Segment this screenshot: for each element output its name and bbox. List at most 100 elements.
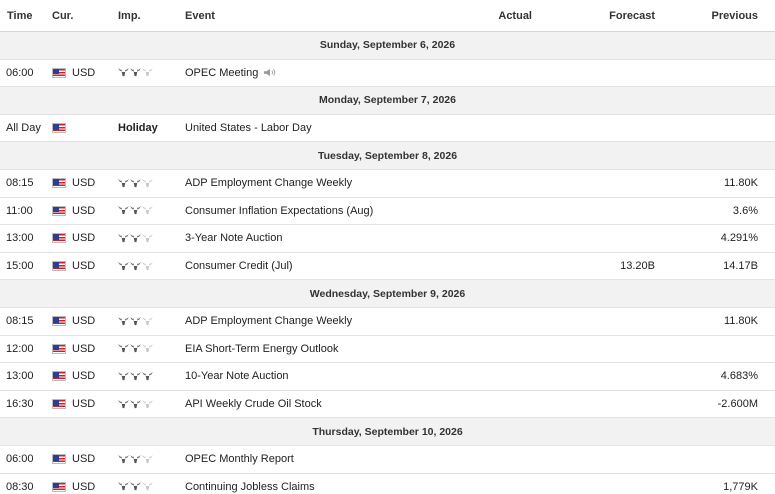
event-importance <box>118 454 185 464</box>
event-name-text[interactable]: Consumer Credit (Jul) <box>185 260 293 272</box>
event-name-text[interactable]: Continuing Jobless Claims <box>185 481 315 493</box>
event-row[interactable]: 12:00 USD EIA Short-Term Energy Outlook <box>0 336 775 364</box>
event-name-text[interactable]: OPEC Meeting <box>185 67 258 79</box>
event-name[interactable]: EIA Short-Term Energy Outlook <box>185 343 465 355</box>
event-name[interactable]: United States - Labor Day <box>185 122 465 134</box>
table-body: Sunday, September 6, 2026 06:00 USD OPEC Me… <box>0 32 775 494</box>
bull-icon <box>118 344 129 353</box>
header-currency[interactable]: Cur. <box>52 10 118 22</box>
bull-icon <box>118 68 129 77</box>
bull-icon <box>118 316 129 325</box>
currency-code: USD <box>72 315 96 328</box>
bull-icon <box>130 178 141 187</box>
event-name[interactable]: OPEC Monthly Report <box>185 453 465 465</box>
currency-code: USD <box>72 66 96 79</box>
currency-code: USD <box>72 342 96 355</box>
event-row[interactable]: 13:00 USD 10-Year Note Auction 4.683% <box>0 363 775 391</box>
event-name-text[interactable]: Consumer Inflation Expectations (Aug) <box>185 205 373 217</box>
event-name[interactable]: OPEC Meeting <box>185 67 465 79</box>
currency-code: USD <box>72 260 96 273</box>
bull-icon <box>118 482 129 491</box>
header-event[interactable]: Event <box>185 10 465 22</box>
us-flag-icon <box>52 205 66 216</box>
event-name[interactable]: 10-Year Note Auction <box>185 370 465 382</box>
event-name-text[interactable]: ADP Employment Change Weekly <box>185 315 352 327</box>
bull-icon <box>118 206 129 215</box>
event-row[interactable]: All Day Holiday United States - Labor Day <box>0 115 775 143</box>
event-name[interactable]: Consumer Credit (Jul) <box>185 260 465 272</box>
event-previous: -2.600M <box>717 398 758 411</box>
event-time: 08:30 <box>6 480 34 493</box>
bull-icon <box>118 178 129 187</box>
event-row[interactable]: 06:00 USD OPEC Meeting <box>0 60 775 88</box>
event-name-text[interactable]: 10-Year Note Auction <box>185 370 289 382</box>
bull-icon <box>118 454 129 463</box>
bull-icon <box>142 206 153 215</box>
event-row[interactable]: 08:30 USD Continuing Jobless Claims 1,779K <box>0 474 775 494</box>
event-name[interactable]: Continuing Jobless Claims <box>185 481 465 493</box>
bull-icon <box>142 233 153 243</box>
event-importance <box>118 178 185 188</box>
header-previous[interactable]: Previous <box>655 10 768 22</box>
event-importance <box>118 482 185 491</box>
event-name[interactable]: API Weekly Crude Oil Stock <box>185 398 465 410</box>
event-previous: 1,779K <box>723 480 758 493</box>
currency-code: USD <box>72 480 96 493</box>
currency-code: USD <box>72 398 96 411</box>
event-row[interactable]: 16:30 USD API Weekly Crude Oil Stock -2.600… <box>0 391 775 419</box>
event-time: 16:30 <box>6 398 34 411</box>
event-importance <box>118 344 185 353</box>
us-flag-icon <box>52 261 66 272</box>
bull-icon <box>118 261 129 270</box>
event-row[interactable]: 15:00 USD Consumer Credit (Jul) 13.20B 14.17… <box>0 253 775 281</box>
event-previous: 4.683% <box>720 370 758 383</box>
event-row[interactable]: 08:15 USD ADP Employment Change Weekly 11.8… <box>0 308 775 336</box>
event-name[interactable]: 3-Year Note Auction <box>185 232 465 244</box>
event-currency: USD <box>52 343 118 355</box>
bull-icon <box>130 68 141 77</box>
bull-icon <box>118 399 129 408</box>
event-time: 13:00 <box>6 370 34 383</box>
event-previous: 3.6% <box>732 204 758 217</box>
event-row[interactable]: 06:00 USD OPEC Monthly Report <box>0 446 775 474</box>
us-flag-icon <box>52 123 66 134</box>
event-row[interactable]: 13:00 USD 3-Year Note Auction 4.291% <box>0 225 775 253</box>
event-time: 11:00 <box>6 204 33 217</box>
event-name-text[interactable]: OPEC Monthly Report <box>185 453 294 465</box>
event-importance <box>118 371 185 381</box>
event-time: 08:15 <box>6 315 34 328</box>
event-currency <box>52 123 118 134</box>
bull-icon <box>142 178 153 187</box>
day-header-row: Thursday, September 10, 2026 <box>0 418 775 446</box>
header-actual[interactable]: Actual <box>465 10 532 22</box>
importance-bulls <box>118 316 153 326</box>
bull-icon <box>130 399 141 408</box>
header-time[interactable]: Time <box>0 10 52 22</box>
holiday-label: Holiday <box>118 122 158 135</box>
event-currency: USD <box>52 232 118 244</box>
us-flag-icon <box>52 371 66 382</box>
event-name[interactable]: ADP Employment Change Weekly <box>185 177 465 189</box>
event-row[interactable]: 08:15 USD ADP Employment Change Weekly 11.8… <box>0 170 775 198</box>
event-name-text[interactable]: EIA Short-Term Energy Outlook <box>185 343 338 355</box>
event-name-text[interactable]: API Weekly Crude Oil Stock <box>185 398 322 410</box>
header-importance[interactable]: Imp. <box>118 10 185 22</box>
event-row[interactable]: 11:00 USD Consumer Inflation Expectations … <box>0 198 775 226</box>
bull-icon <box>130 482 141 491</box>
event-importance <box>118 233 185 243</box>
event-currency: USD <box>52 315 118 327</box>
event-name-text[interactable]: ADP Employment Change Weekly <box>185 177 352 189</box>
event-name[interactable]: ADP Employment Change Weekly <box>185 315 465 327</box>
us-flag-icon <box>52 233 66 244</box>
header-forecast[interactable]: Forecast <box>532 10 655 22</box>
speaker-icon <box>264 69 276 77</box>
event-currency: USD <box>52 260 118 272</box>
event-name[interactable]: Consumer Inflation Expectations (Aug) <box>185 205 465 217</box>
importance-bulls <box>118 206 153 215</box>
event-time: 12:00 <box>6 342 34 355</box>
event-importance <box>118 316 185 326</box>
us-flag-icon <box>52 481 66 492</box>
event-name-text[interactable]: United States - Labor Day <box>185 122 312 134</box>
event-name-text[interactable]: 3-Year Note Auction <box>185 232 282 244</box>
currency-code: USD <box>72 370 96 383</box>
